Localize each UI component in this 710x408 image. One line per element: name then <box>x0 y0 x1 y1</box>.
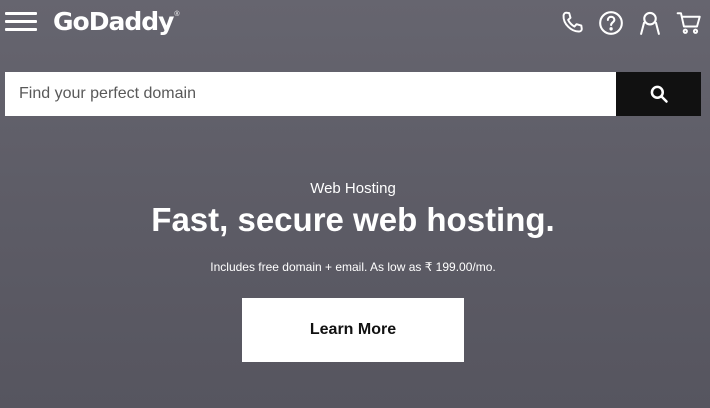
domain-search-input[interactable] <box>5 72 616 116</box>
hero-title: Fast, secure web hosting. <box>151 201 555 238</box>
hero-eyebrow: Web Hosting <box>310 180 396 197</box>
hero-subtitle: Includes free domain + email. As low as … <box>210 260 496 274</box>
page: GoDaddy ® Find your perfect domain Web H… <box>0 0 710 408</box>
header: GoDaddy ® <box>0 0 710 46</box>
search-icon <box>650 85 668 103</box>
godaddy-logo[interactable]: GoDaddy ® <box>53 5 180 39</box>
search-button[interactable] <box>616 72 701 116</box>
help-icon[interactable] <box>598 10 624 36</box>
learn-more-button[interactable]: Learn More <box>242 298 464 362</box>
menu-bar-top <box>5 12 37 15</box>
menu-bar-bottom <box>5 28 37 31</box>
phone-icon[interactable] <box>559 10 585 36</box>
menu-bar-middle <box>5 20 37 23</box>
logo-text: GoDaddy <box>53 7 174 36</box>
registered-mark: ® <box>174 11 180 18</box>
account-icon[interactable] <box>637 10 663 36</box>
menu-icon[interactable] <box>4 9 38 35</box>
cart-icon[interactable] <box>676 10 702 36</box>
